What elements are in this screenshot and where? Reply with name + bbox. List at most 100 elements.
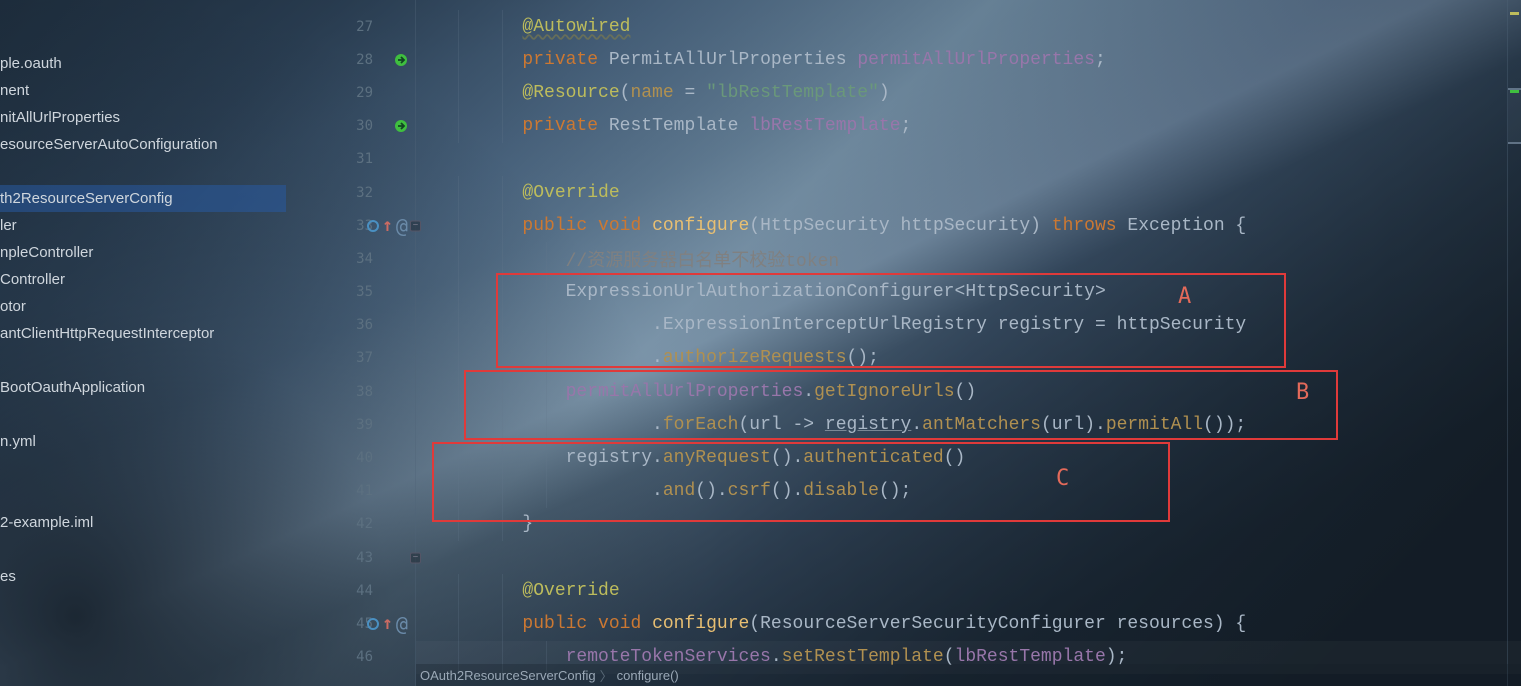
sidebar-item[interactable]: th2ResourceServerConfig [0,185,286,212]
gutter-line[interactable]: 46 [286,641,415,674]
sidebar-item[interactable]: BootOauthApplication [0,374,286,401]
gutter-line[interactable]: 43− [286,541,415,574]
gutter-line[interactable]: 27 [286,10,415,43]
line-number: 44 [356,583,373,599]
gutter-line[interactable]: 42 [286,508,415,541]
sidebar-item[interactable]: esourceServerAutoConfiguration [0,131,286,158]
ide-root: ple.oauthnentnitAllUrlPropertiesesourceS… [0,0,1521,686]
sidebar-item[interactable]: ple.oauth [0,50,286,77]
code-text [436,548,447,568]
sidebar-item[interactable]: 2-example.iml [0,509,286,536]
bean-icon[interactable] [393,52,409,68]
line-number: 28 [356,52,373,68]
gutter-line[interactable]: 44 [286,574,415,607]
gutter-line[interactable]: 31 [286,143,415,176]
scroll-viewport[interactable] [1508,88,1521,144]
sidebar-item[interactable]: otor [0,293,286,320]
code-text: .forEach(url -> registry.antMatchers(url… [436,415,1246,435]
code-line[interactable]: @Override [416,574,1521,607]
sidebar-item[interactable]: es [0,563,286,590]
code-line[interactable]: .authorizeRequests(); [416,342,1521,375]
sidebar-item[interactable] [0,536,286,563]
gutter-line[interactable]: 38 [286,375,415,408]
line-number: 27 [356,19,373,35]
override-icon[interactable]: ↑@ [367,218,413,234]
line-number: 46 [356,649,373,665]
sidebar-item[interactable] [0,158,286,185]
line-number: 40 [356,450,373,466]
bean-icon[interactable] [393,118,409,134]
editor-gutter[interactable]: 27 28 29 3031 32 33↑@− 34 35 36 37 38 39 40 41 4243− 44… [286,0,416,686]
gutter-line[interactable]: 29 [286,76,415,109]
scroll-strip[interactable] [1507,0,1521,686]
sidebar-item[interactable]: Controller [0,266,286,293]
code-line[interactable]: permitAllUrlProperties.getIgnoreUrls() [416,375,1521,408]
line-number: 41 [356,483,373,499]
sidebar-item[interactable]: ler [0,212,286,239]
code-text: registry.anyRequest().authenticated() [436,448,965,468]
code-text: permitAllUrlProperties.getIgnoreUrls() [436,382,976,402]
breadcrumb-method[interactable]: configure() [617,668,679,683]
breadcrumb-class[interactable]: OAuth2ResourceServerConfig [420,668,596,683]
code-line[interactable]: public void configure(ResourceServerSecu… [416,607,1521,640]
gutter-line[interactable]: 41 [286,475,415,508]
gutter-line[interactable]: 32 [286,176,415,209]
code-text: public void configure(ResourceServerSecu… [436,614,1246,634]
code-line[interactable]: @Autowired [416,10,1521,43]
code-line[interactable]: private PermitAllUrlProperties permitAll… [416,43,1521,76]
sidebar-item[interactable] [0,401,286,428]
code-text: } [436,514,533,534]
gutter-line[interactable]: 34 [286,242,415,275]
code-line[interactable]: .forEach(url -> registry.antMatchers(url… [416,408,1521,441]
line-number: 29 [356,85,373,101]
gutter-line[interactable]: 35 [286,276,415,309]
code-line[interactable]: } [416,508,1521,541]
code-text: //资源服务器白名单不校验token [436,246,839,272]
code-line[interactable]: @Resource(name = "lbRestTemplate") [416,76,1521,109]
line-number: 35 [356,284,373,300]
code-text: private RestTemplate lbRestTemplate; [436,116,911,136]
gutter-line[interactable]: 28 [286,43,415,76]
sidebar-item[interactable]: n.yml [0,428,286,455]
line-number: 34 [356,251,373,267]
code-text: @Autowired [436,17,630,37]
code-line[interactable]: private RestTemplate lbRestTemplate; [416,110,1521,143]
gutter-line[interactable]: 45↑@ [286,607,415,640]
gutter-line[interactable]: 33↑@− [286,209,415,242]
scroll-mark [1510,90,1519,93]
scroll-mark [1510,12,1519,15]
line-number: 37 [356,350,373,366]
code-text: ExpressionUrlAuthorizationConfigurer<Htt… [436,282,1106,302]
code-line[interactable] [416,143,1521,176]
sidebar-item[interactable] [0,455,286,482]
code-line[interactable]: registry.anyRequest().authenticated() [416,441,1521,474]
code-line[interactable]: @Override [416,176,1521,209]
line-number: 38 [356,384,373,400]
project-tree[interactable]: ple.oauthnentnitAllUrlPropertiesesourceS… [0,0,286,686]
code-text: @Override [436,183,620,203]
code-line[interactable]: //资源服务器白名单不校验token [416,242,1521,275]
sidebar-item[interactable] [0,347,286,374]
sidebar-item[interactable] [0,482,286,509]
gutter-line[interactable]: 30 [286,110,415,143]
code-line[interactable]: ExpressionUrlAuthorizationConfigurer<Htt… [416,276,1521,309]
code-line[interactable] [416,541,1521,574]
code-line[interactable]: public void configure(HttpSecurity httpS… [416,209,1521,242]
breadcrumb[interactable]: OAuth2ResourceServerConfig 〉 configure() [416,664,1521,686]
code-editor[interactable]: @Autowired private PermitAllUrlPropertie… [416,0,1521,686]
line-number: 32 [356,185,373,201]
sidebar-item[interactable]: npleController [0,239,286,266]
gutter-line[interactable]: 39 [286,408,415,441]
sidebar-item[interactable]: nitAllUrlProperties [0,104,286,131]
code-text [436,149,447,169]
sidebar-item[interactable]: nent [0,77,286,104]
sidebar-item[interactable]: antClientHttpRequestInterceptor [0,320,286,347]
gutter-line[interactable]: 36 [286,309,415,342]
gutter-line[interactable]: 40 [286,441,415,474]
override-icon[interactable]: ↑@ [367,616,413,632]
code-text: @Override [436,581,620,601]
code-text: private PermitAllUrlProperties permitAll… [436,50,1106,70]
gutter-line[interactable]: 37 [286,342,415,375]
code-line[interactable]: .ExpressionInterceptUrlRegistry registry… [416,309,1521,342]
code-line[interactable]: .and().csrf().disable(); [416,475,1521,508]
